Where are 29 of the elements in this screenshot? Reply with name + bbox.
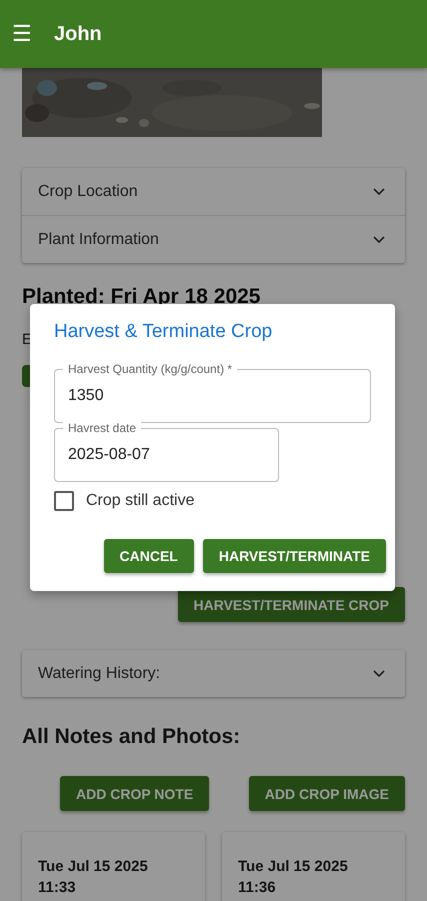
field-value: 1350 bbox=[68, 387, 104, 405]
chevron-icon bbox=[373, 188, 385, 196]
add-button[interactable]: ADD CROP NOTE bbox=[60, 776, 210, 811]
note-date: Tue Jul 15 2025 bbox=[38, 857, 149, 877]
note-card[interactable]: Tue Jul 15 2025 11:36 bbox=[222, 832, 405, 901]
dialog-button[interactable]: CANCEL bbox=[104, 539, 194, 573]
checkbox[interactable] bbox=[54, 491, 74, 511]
input-field[interactable]: Harvest Quantity (kg/g/count) * 1350 bbox=[54, 361, 371, 423]
note-time: 11:36 bbox=[238, 878, 277, 898]
field-label: Havrest date bbox=[63, 421, 142, 435]
input-field[interactable]: Havrest date 2025-08-07 bbox=[54, 420, 279, 482]
app-title: John bbox=[54, 22, 102, 46]
checkbox-label: Crop still active bbox=[86, 492, 194, 510]
note-card[interactable]: Tue Jul 15 2025 11:33 bbox=[22, 832, 205, 901]
chevron-icon bbox=[373, 670, 385, 678]
menu-icon[interactable]: ☰ bbox=[12, 23, 32, 45]
accordion-header[interactable]: Watering History: bbox=[22, 650, 405, 697]
note-date: Tue Jul 15 2025 bbox=[238, 857, 349, 877]
section-heading: All Notes and Photos: bbox=[22, 725, 242, 749]
chevron-icon bbox=[373, 236, 385, 244]
note-time: 11:33 bbox=[38, 878, 77, 898]
field-value: 2025-08-07 bbox=[68, 446, 150, 464]
planted-heading: Planted: Fri Apr 18 2025 bbox=[22, 285, 262, 309]
dialog-button[interactable]: HARVEST/TERMINATE bbox=[202, 539, 386, 573]
accordion-header[interactable]: Plant Information bbox=[22, 216, 405, 263]
accordion-header[interactable]: Crop Location bbox=[22, 168, 405, 216]
field-label: Harvest Quantity (kg/g/count) * bbox=[63, 362, 238, 376]
dialog-title: Harvest & Terminate Crop bbox=[54, 321, 274, 343]
add-button[interactable]: ADD CROP IMAGE bbox=[248, 776, 405, 811]
